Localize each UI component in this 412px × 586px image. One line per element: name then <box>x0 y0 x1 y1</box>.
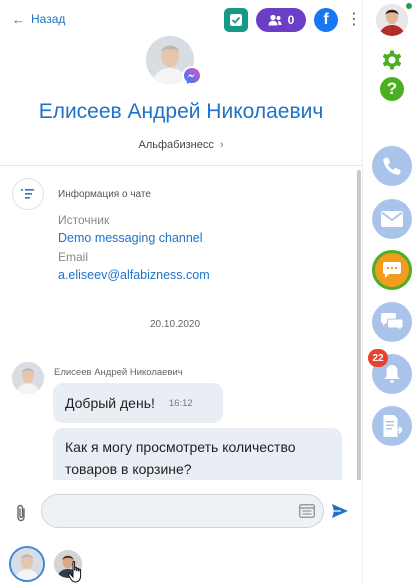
checklist-icon <box>230 14 242 26</box>
chat-bubble-icon <box>383 262 401 278</box>
source-label: Источник <box>58 213 110 227</box>
arrow-left-icon: ← <box>12 11 25 27</box>
contacts-button[interactable]: 0 <box>256 8 306 32</box>
facebook-icon[interactable]: f <box>314 8 338 32</box>
paperclip-icon[interactable] <box>14 504 28 522</box>
open-chat-avatar[interactable] <box>9 546 45 582</box>
company-name: Альфабизнесс <box>138 139 214 151</box>
lead-button[interactable] <box>224 8 248 32</box>
feed-button[interactable] <box>372 302 412 342</box>
chevron-right-icon: › <box>219 139 224 151</box>
message-time: 16:12 <box>168 397 193 409</box>
message-bubble: Добрый день! 16:12 <box>53 383 223 423</box>
contact-name[interactable]: Елисеев Андрей Николаевич <box>0 100 362 124</box>
back-button[interactable]: ← Назад <box>12 12 65 26</box>
gear-icon[interactable] <box>380 48 404 72</box>
more-menu-icon[interactable]: ⋮ <box>346 12 362 28</box>
chat-info-title: Информация о чате <box>58 189 151 200</box>
date-separator: 20.10.2020 <box>150 319 201 330</box>
chat-scrollbar[interactable] <box>357 170 361 488</box>
people-icon <box>268 14 282 26</box>
source-value[interactable]: Demo messaging channel <box>58 231 203 245</box>
phone-icon <box>383 157 401 175</box>
message-text: Добрый день! <box>65 395 155 411</box>
user-avatar[interactable] <box>376 4 408 36</box>
company-link[interactable]: Альфабизнесс › <box>0 139 362 151</box>
contacts-count: 0 <box>287 13 295 27</box>
help-label: ? <box>386 79 398 98</box>
email-label: Email <box>58 250 89 264</box>
conversations-icon <box>381 313 403 331</box>
bell-icon <box>384 365 400 383</box>
back-label: Назад <box>31 12 66 26</box>
facebook-letter: f <box>323 11 329 28</box>
documents-button[interactable] <box>372 406 412 446</box>
message-bubble: Как я могу просмотреть количество товаро… <box>53 428 342 480</box>
online-status-dot <box>406 3 412 9</box>
email-link[interactable]: a.eliseev@alfabizness.com <box>58 268 210 282</box>
header-divider <box>0 165 362 166</box>
email-button[interactable] <box>372 199 412 239</box>
message-input[interactable] <box>41 494 324 528</box>
send-icon[interactable] <box>331 503 349 519</box>
header-actions: 0 f ⋮ <box>224 8 362 32</box>
chat-button[interactable] <box>372 250 412 290</box>
phone-button[interactable] <box>372 146 412 186</box>
envelope-icon <box>381 211 403 227</box>
help-icon[interactable]: ? <box>380 77 404 101</box>
message-text: Как я могу просмотреть количество товаро… <box>65 439 296 477</box>
document-arrow-icon <box>383 415 402 437</box>
notifications-count-badge: 22 <box>368 349 388 367</box>
template-list-icon[interactable] <box>299 504 315 518</box>
sender-name: Елисеев Андрей Николаевич <box>54 367 183 378</box>
sender-avatar <box>12 362 44 394</box>
messenger-icon <box>182 66 202 86</box>
chat-header: ← Назад 0 f ⋮ <box>0 0 362 44</box>
hand-cursor-icon <box>68 560 82 583</box>
chat-info-icon <box>12 178 44 210</box>
